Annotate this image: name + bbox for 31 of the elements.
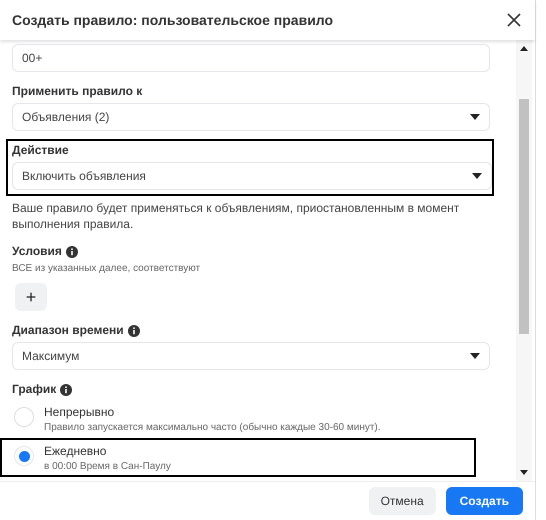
- add-button[interactable]: +: [15, 283, 47, 311]
- caret-icon: [470, 353, 480, 359]
- help-text: Ваше правило будет применяться к объявлениям, приостановленным в момент выполнения правила.: [12, 200, 460, 232]
- cancel-button[interactable]: Отмена: [368, 487, 436, 515]
- option-description: Правило запускается максимально часто (обычно каждые 30-60 минут).: [44, 422, 381, 434]
- close-icon[interactable]: [507, 13, 521, 27]
- select-dropdown[interactable]: Включить объявления: [12, 162, 492, 190]
- select-dropdown[interactable]: Максимум: [12, 342, 490, 370]
- field-label: Применить правило к: [12, 84, 142, 99]
- option-description: в 00:00 Время в Сан-Паулу: [44, 461, 171, 473]
- field-label: Условия: [12, 244, 62, 259]
- scrollbar[interactable]: [516, 40, 532, 481]
- info-icon[interactable]: [60, 384, 72, 396]
- caret-icon: [472, 173, 482, 179]
- scroll-down-icon[interactable]: [520, 470, 528, 475]
- create-button[interactable]: Создать: [446, 487, 523, 515]
- radio-button[interactable]: [14, 407, 34, 427]
- field-label: Действие: [12, 143, 69, 158]
- dialog-title: Создать правило: пользовательское правило: [12, 12, 334, 28]
- select-dropdown[interactable]: Объявления (2): [12, 103, 490, 131]
- info-icon[interactable]: [66, 246, 78, 258]
- option-label: Непрерывно: [44, 405, 116, 420]
- hint-text: ВСЕ из указанных далее, соответствуют: [12, 263, 202, 275]
- caret-icon: [470, 114, 480, 120]
- scroll-up-icon[interactable]: [520, 46, 528, 51]
- option-label: Ежедневно: [44, 444, 108, 459]
- info-icon[interactable]: [128, 324, 140, 336]
- radio-button[interactable]: [14, 446, 34, 466]
- field-label: Диапазон времени: [12, 323, 124, 338]
- field-label: График: [12, 382, 56, 397]
- text-field[interactable]: 00+: [12, 44, 490, 72]
